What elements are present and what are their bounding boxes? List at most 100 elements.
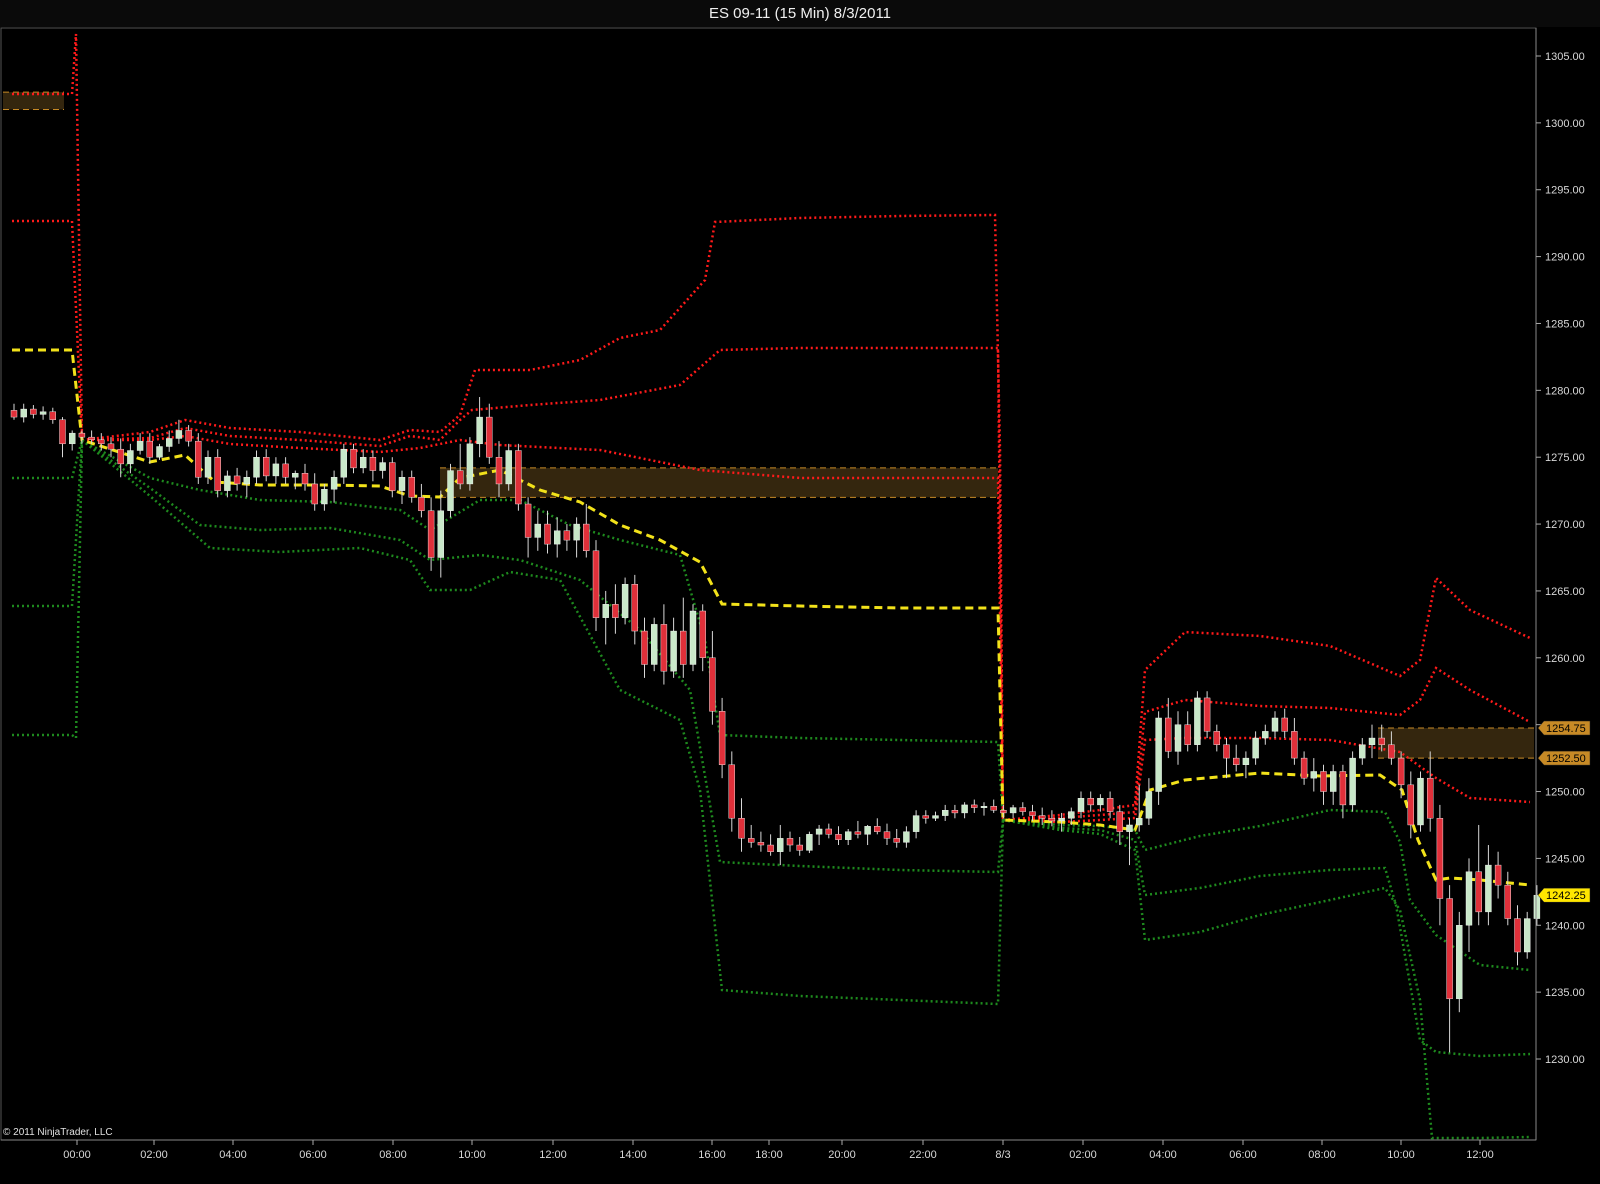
y-tick-label: 1260.00 xyxy=(1545,653,1585,665)
x-tick-label: 12:00 xyxy=(1466,1149,1494,1161)
candle[interactable] xyxy=(592,540,600,632)
candle-body xyxy=(777,838,784,852)
candle[interactable] xyxy=(1349,751,1356,812)
candle-body xyxy=(1000,810,1007,814)
candle-body xyxy=(641,630,648,665)
candle-body xyxy=(1485,864,1492,913)
candle[interactable] xyxy=(505,443,512,491)
chart-canvas[interactable]: 1305.00 1300.00 1295.00 1290.00 1285.00 1280.… xyxy=(0,0,1600,1184)
price-marker: 1252.50 xyxy=(1537,750,1591,766)
candle-body xyxy=(311,483,318,505)
candle-body xyxy=(1184,724,1191,745)
candle-body xyxy=(874,826,881,832)
candle-body xyxy=(1029,811,1036,816)
candle-body xyxy=(621,584,629,618)
candle-body xyxy=(185,430,192,442)
candle-body xyxy=(175,430,183,439)
candle[interactable] xyxy=(447,463,454,518)
candle-body xyxy=(718,711,726,765)
candle[interactable] xyxy=(1523,911,1531,959)
candle-body xyxy=(263,457,270,477)
candle-body xyxy=(534,523,541,538)
candle-body xyxy=(660,624,668,672)
candle-body xyxy=(195,440,202,478)
candle-body xyxy=(1232,757,1240,765)
x-axis: 00:00 02:00 04:00 06:00 08:00 10:00 12:00 14:00… xyxy=(1,1139,1536,1161)
x-tick-label: 18:00 xyxy=(755,1149,783,1161)
candle-body xyxy=(408,477,415,498)
candle-body xyxy=(505,450,512,485)
candle-body xyxy=(466,443,474,485)
chart-window: ES 09-11 (15 Min) 8/3/2011 1305.00 1300.0… xyxy=(0,0,1600,1184)
candle-body xyxy=(854,831,862,835)
candle-body xyxy=(20,408,27,418)
x-tick-label: 08:00 xyxy=(379,1149,407,1161)
candle-body xyxy=(515,450,522,505)
candle[interactable] xyxy=(1203,691,1211,739)
candle-body xyxy=(1329,771,1337,792)
x-tick-label: 04:00 xyxy=(1149,1149,1177,1161)
candle-body xyxy=(845,831,852,840)
candle-body xyxy=(631,584,638,632)
candle-body xyxy=(806,834,813,851)
candle-body xyxy=(1106,798,1114,812)
candle[interactable] xyxy=(1456,911,1463,1013)
candle[interactable] xyxy=(689,604,697,672)
candle-body xyxy=(1494,864,1502,886)
candle-body xyxy=(1213,731,1221,745)
price-marker: 1242.25 xyxy=(1537,887,1591,903)
candle-body xyxy=(49,411,56,420)
x-tick-label: 02:00 xyxy=(140,1149,168,1161)
candle-body xyxy=(1378,737,1385,745)
candle-body xyxy=(1349,757,1356,806)
candle-body xyxy=(680,630,687,665)
candle-body xyxy=(1417,777,1424,826)
candle-body xyxy=(78,432,86,438)
candle[interactable] xyxy=(806,831,813,854)
candle-body xyxy=(1145,791,1153,819)
candle-body xyxy=(1019,807,1026,812)
candle-body xyxy=(418,497,425,511)
candle-body xyxy=(1009,807,1017,814)
candle-body xyxy=(1271,717,1279,732)
candle-body xyxy=(1165,717,1172,752)
candle-body xyxy=(379,462,386,471)
candle-body xyxy=(427,510,435,558)
candle[interactable] xyxy=(1194,691,1201,752)
candle-body xyxy=(1252,737,1259,759)
candle-body xyxy=(272,463,280,477)
candle[interactable] xyxy=(621,577,629,625)
y-tick-label: 1245.00 xyxy=(1545,853,1585,865)
candle-body xyxy=(39,411,47,415)
candle[interactable] xyxy=(651,617,658,672)
candle-body xyxy=(961,804,968,814)
candle-body xyxy=(1262,731,1269,739)
candle-body xyxy=(1223,744,1230,759)
y-tick-label: 1300.00 xyxy=(1545,118,1585,130)
x-tick-label: 8/3 xyxy=(995,1149,1010,1161)
candle-body xyxy=(1446,898,1453,1000)
candle-body xyxy=(1388,744,1395,759)
candle-body xyxy=(292,473,299,478)
candle-body xyxy=(922,815,929,819)
candle-body xyxy=(214,457,221,491)
y-tick-label: 1240.00 xyxy=(1545,920,1585,932)
candle[interactable] xyxy=(1155,711,1162,805)
x-tick-label: 10:00 xyxy=(458,1149,486,1161)
candle[interactable] xyxy=(515,443,522,511)
candle[interactable] xyxy=(1417,771,1424,832)
candle-body xyxy=(563,530,571,541)
candle-body xyxy=(980,806,988,808)
candle-body xyxy=(68,432,76,445)
candle-body xyxy=(524,503,532,538)
candle-body xyxy=(1281,717,1288,732)
candle-body xyxy=(233,475,241,485)
candle-body xyxy=(709,657,716,712)
candle-body xyxy=(1533,894,1541,919)
candle-body xyxy=(224,475,231,491)
candle-body xyxy=(1126,824,1133,832)
candle-body xyxy=(815,828,823,835)
candle-body xyxy=(1194,697,1201,745)
y-tick-label: 1250.00 xyxy=(1545,787,1585,799)
candle[interactable] xyxy=(466,437,474,491)
